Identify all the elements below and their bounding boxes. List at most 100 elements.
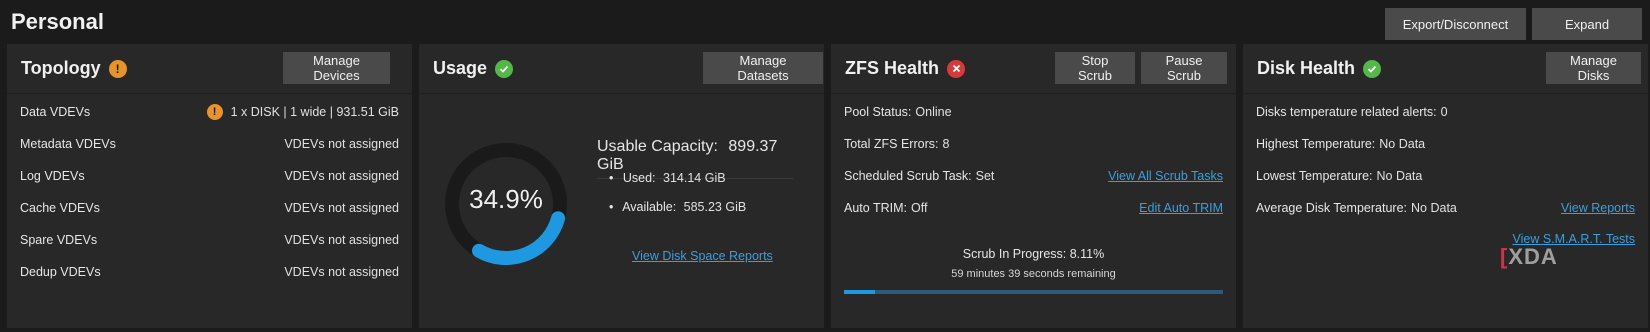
used-value: 314.14 GiB	[663, 171, 726, 185]
zfs-card-header: ZFS Health Stop Scrub Pause Scrub	[831, 44, 1236, 94]
temp-alerts-label: Disks temperature related alerts:	[1256, 105, 1437, 119]
bullet: •	[609, 200, 614, 214]
view-disk-space-reports-link[interactable]: View Disk Space Reports	[632, 249, 773, 263]
exclamation-circle-icon: !	[108, 59, 127, 78]
topology-title-wrap: Topology !	[21, 58, 127, 79]
scrub-progress-bar	[844, 290, 1223, 294]
disk-card-header: Disk Health Manage Disks	[1243, 44, 1648, 94]
topology-title: Topology	[21, 58, 101, 78]
pool-status-row: Pool Status: Online	[844, 102, 1223, 122]
row-label: Spare VDEVs	[20, 233, 98, 247]
auto-trim-row: Auto TRIM: Off Edit Auto TRIM	[844, 198, 1223, 218]
temp-alerts: Disks temperature related alerts: 0	[1256, 105, 1448, 119]
manage-disks-button[interactable]: Manage Disks	[1546, 52, 1641, 84]
pool-status: Pool Status: Online	[844, 105, 952, 119]
used-item: • Used: 314.14 GiB	[609, 171, 726, 185]
topology-card-header: Topology ! Manage Devices	[7, 44, 412, 94]
watermark-text: XDA	[1508, 244, 1558, 269]
page-title: Personal	[11, 9, 104, 34]
auto-trim-value: Off	[910, 201, 928, 215]
highest-temp-label: Highest Temperature:	[1256, 137, 1376, 151]
gauge-fill	[472, 211, 566, 265]
disk-title: Disk Health	[1257, 58, 1356, 78]
topology-row-data: Data VDEVs ! 1 x DISK | 1 wide | 931.51 …	[20, 102, 399, 122]
row-value: 1 x DISK | 1 wide | 931.51 GiB	[230, 105, 399, 119]
scrub-progress-value: 8.11%	[1069, 247, 1105, 261]
check-circle-icon	[1363, 59, 1382, 78]
scrub-progress-label: Scrub In Progress:	[962, 247, 1067, 261]
exclamation-circle-icon: !	[206, 104, 223, 120]
view-reports-link[interactable]: View Reports	[1561, 201, 1635, 215]
stop-scrub-button[interactable]: Stop Scrub	[1055, 52, 1135, 84]
xda-watermark-logo: [XDA	[1500, 244, 1558, 270]
highest-temp: Highest Temperature: No Data	[1256, 137, 1425, 151]
topology-card: Topology ! Manage Devices Data VDEVs ! 1…	[7, 44, 412, 328]
row-value: VDEVs not assigned	[284, 233, 399, 247]
topology-row-dedup: Dedup VDEVs VDEVs not assigned	[20, 262, 399, 282]
zfs-health-card: ZFS Health Stop Scrub Pause Scrub Pool S…	[831, 44, 1236, 328]
pool-status-value: Online	[915, 105, 952, 119]
available-value: 585.23 GiB	[683, 200, 747, 214]
lowest-temp-label: Lowest Temperature:	[1256, 169, 1373, 183]
available-label: Available:	[622, 200, 677, 214]
scrub-task-label: Scheduled Scrub Task:	[844, 169, 972, 183]
auto-trim: Auto TRIM: Off	[844, 201, 927, 215]
bullet: •	[609, 171, 614, 185]
manage-devices-button[interactable]: Manage Devices	[283, 52, 390, 84]
scrub-remaining: 59 minutes 39 seconds remaining	[951, 268, 1116, 280]
average-temp-label: Average Disk Temperature:	[1256, 201, 1408, 215]
usage-title: Usage	[433, 58, 488, 78]
scrub-progress-text: Scrub In Progress: 8.11%	[831, 247, 1236, 261]
topology-row-metadata: Metadata VDEVs VDEVs not assigned	[20, 134, 399, 154]
usable-capacity-label: Usable Capacity:	[597, 138, 718, 155]
usage-percent: 34.9%	[469, 184, 543, 214]
highest-temp-value: No Data	[1379, 137, 1426, 151]
x-circle-icon	[947, 59, 966, 78]
row-value: VDEVs not assigned	[284, 265, 399, 279]
available-item: • Available: 585.23 GiB	[609, 200, 746, 214]
average-temp-value: No Data	[1411, 201, 1457, 215]
scrub-progress-fill	[844, 290, 875, 294]
check-circle-icon	[495, 59, 514, 78]
highest-temp-row: Highest Temperature: No Data	[1256, 134, 1635, 154]
disk-health-card: Disk Health Manage Disks Disks temperatu…	[1243, 44, 1648, 328]
pause-scrub-button[interactable]: Pause Scrub	[1141, 52, 1227, 84]
temp-alerts-value: 0	[1440, 105, 1448, 119]
scrub-task-value: Set	[975, 169, 995, 183]
edit-auto-trim-link[interactable]: Edit Auto TRIM	[1139, 201, 1223, 215]
usage-card-header: Usage Manage Datasets	[419, 44, 824, 94]
row-label: Dedup VDEVs	[20, 265, 101, 279]
row-label: Data VDEVs	[20, 105, 91, 119]
auto-trim-label: Auto TRIM:	[844, 201, 907, 215]
row-label: Cache VDEVs	[20, 201, 100, 215]
usage-card: Usage Manage Datasets 34.9% Usable Capac…	[419, 44, 824, 328]
zfs-errors-label: Total ZFS Errors:	[844, 137, 939, 151]
zfs-errors-row: Total ZFS Errors: 8	[844, 134, 1223, 154]
used-label: Used:	[622, 171, 656, 185]
average-temp-row: Average Disk Temperature: No Data View Re…	[1256, 198, 1635, 218]
row-label: Metadata VDEVs	[20, 137, 116, 151]
lowest-temp-row: Lowest Temperature: No Data	[1256, 166, 1635, 186]
zfs-errors: Total ZFS Errors: 8	[844, 137, 949, 151]
scrub-task-row: Scheduled Scrub Task: Set View All Scrub …	[844, 166, 1223, 186]
row-value-wrap: ! 1 x DISK | 1 wide | 931.51 GiB	[206, 104, 399, 120]
zfs-title: ZFS Health	[845, 58, 940, 78]
view-all-scrub-tasks-link[interactable]: View All Scrub Tasks	[1108, 169, 1223, 183]
topology-row-log: Log VDEVs VDEVs not assigned	[20, 166, 399, 186]
manage-datasets-button[interactable]: Manage Datasets	[703, 52, 823, 84]
disk-title-wrap: Disk Health	[1257, 58, 1382, 79]
scrub-task: Scheduled Scrub Task: Set	[844, 169, 994, 183]
lowest-temp: Lowest Temperature: No Data	[1256, 169, 1422, 183]
export-disconnect-button[interactable]: Export/Disconnect	[1385, 8, 1526, 40]
usage-title-wrap: Usage	[433, 58, 514, 79]
zfs-errors-value: 8	[942, 137, 950, 151]
row-value: VDEVs not assigned	[284, 169, 399, 183]
row-label: Log VDEVs	[20, 169, 85, 183]
topology-row-cache: Cache VDEVs VDEVs not assigned	[20, 198, 399, 218]
row-value: VDEVs not assigned	[284, 201, 399, 215]
expand-button[interactable]: Expand	[1532, 8, 1642, 40]
average-temp: Average Disk Temperature: No Data	[1256, 201, 1457, 215]
row-value: VDEVs not assigned	[284, 137, 399, 151]
lowest-temp-value: No Data	[1376, 169, 1423, 183]
temp-alerts-row: Disks temperature related alerts: 0	[1256, 102, 1635, 122]
